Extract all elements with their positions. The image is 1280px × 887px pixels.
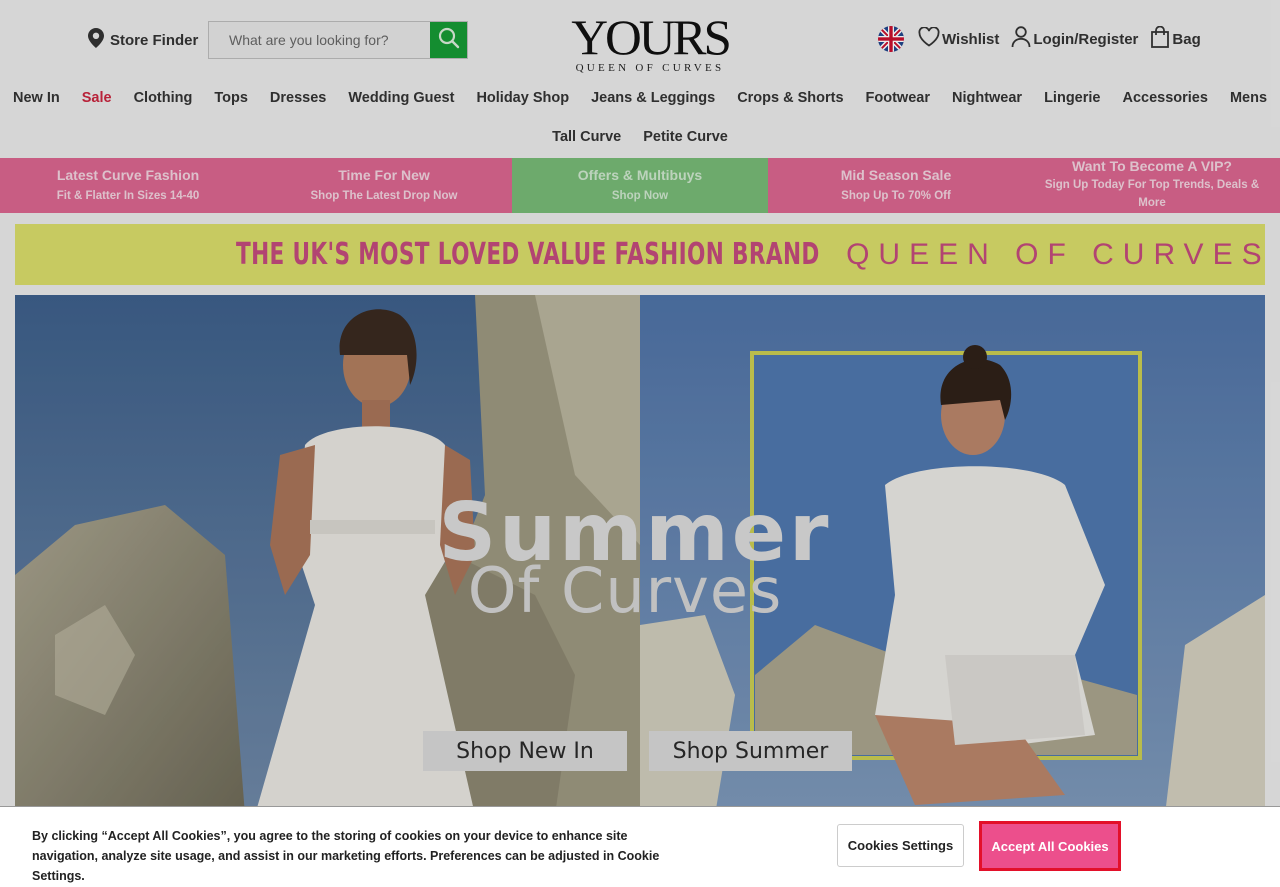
secondary-nav: Tall Curve Petite Curve [0,129,1280,145]
search-bar [208,21,468,59]
nav-item-holiday-shop[interactable]: Holiday Shop [465,90,580,106]
heart-icon [918,26,940,51]
wishlist-link[interactable]: Wishlist [918,26,1000,51]
store-finder-link[interactable]: Store Finder [88,28,198,52]
promo-subtitle: Shop The Latest Drop Now [310,189,458,202]
nav-item-dresses[interactable]: Dresses [259,90,337,106]
promo-title: Mid Season Sale [840,166,952,183]
location-pin-icon [88,28,104,52]
uk-flag-icon[interactable] [878,26,904,52]
bag-link[interactable]: Bag [1150,25,1201,52]
promo-mid-season-sale[interactable]: Mid Season Sale Shop Up To 70% Off [768,158,1024,213]
site-header: Store Finder YOURS QUEEN OF CURVES [0,0,1280,80]
bag-label: Bag [1172,30,1201,48]
promo-title: Time For New [338,166,430,183]
login-register-link[interactable]: Login/Register [1011,26,1138,52]
nav-item-wedding-guest[interactable]: Wedding Guest [337,90,465,106]
nav-item-accessories[interactable]: Accessories [1111,90,1218,106]
promo-strip: Latest Curve Fashion Fit & Flatter In Si… [0,158,1280,213]
brand-banner-headline: THE UK'S MOST LOVED VALUE FASHION BRAND [236,237,821,272]
promo-subtitle: Shop Now [611,189,669,202]
nav-item-tops[interactable]: Tops [203,90,259,106]
login-label: Login/Register [1033,30,1139,48]
nav-item-clothing[interactable]: Clothing [123,90,204,106]
hero-banner[interactable]: Summer Of Curves Shop New In Shop Summer [15,295,1265,815]
nav-item-mens[interactable]: Mens [1219,90,1278,106]
promo-offers-multibuys[interactable]: Offers & Multibuys Shop Now [512,158,768,213]
search-button[interactable] [430,22,467,58]
promo-subtitle: Sign Up Today For Top Trends, Deals & Mo… [1044,178,1260,209]
nav-item-sale[interactable]: Sale [71,90,123,106]
hero-title: Summer Of Curves [415,491,855,622]
nav-item-petite-curve[interactable]: Petite Curve [632,129,739,145]
shop-new-in-button[interactable]: Shop New In [423,731,627,771]
accept-all-cookies-button[interactable]: Accept All Cookies [979,821,1121,871]
shop-summer-button[interactable]: Shop Summer [649,731,852,771]
promo-title: Want To Become A VIP? [1072,157,1232,174]
promo-subtitle: Fit & Flatter In Sizes 14-40 [56,189,200,202]
user-icon [1011,26,1031,52]
nav-item-nightwear[interactable]: Nightwear [941,90,1033,106]
nav-item-footwear[interactable]: Footwear [855,90,941,106]
store-finder-label: Store Finder [110,31,199,49]
site-logo[interactable]: YOURS QUEEN OF CURVES [566,9,734,74]
promo-title: Latest Curve Fashion [56,166,200,183]
search-icon [438,27,460,54]
promo-latest-curve-fashion[interactable]: Latest Curve Fashion Fit & Flatter In Si… [0,158,256,213]
nav-item-lingerie[interactable]: Lingerie [1033,90,1111,106]
search-input[interactable] [209,22,430,58]
promo-subtitle: Shop Up To 70% Off [841,189,951,202]
nav-item-tall-curve[interactable]: Tall Curve [541,129,632,145]
shopping-bag-icon [1150,25,1170,52]
promo-title: Offers & Multibuys [577,166,703,183]
nav-item-new-in[interactable]: New In [2,90,71,106]
wishlist-label: Wishlist [942,30,1000,48]
main-nav: New In Sale Clothing Tops Dresses Weddin… [0,90,1280,106]
promo-become-vip[interactable]: Want To Become A VIP? Sign Up Today For … [1024,158,1280,213]
nav-item-crops-shorts[interactable]: Crops & Shorts [726,90,854,106]
brand-banner-tagline: QUEEN OF CURVES [846,237,1271,271]
cookies-settings-button[interactable]: Cookies Settings [837,824,964,867]
cookie-consent-banner: By clicking “Accept All Cookies”, you ag… [0,806,1280,887]
promo-time-for-new[interactable]: Time For New Shop The Latest Drop Now [256,158,512,213]
nav-item-jeans-leggings[interactable]: Jeans & Leggings [580,90,726,106]
header-tools: Wishlist Login/Register Bag [878,25,1213,52]
cookie-consent-text: By clicking “Accept All Cookies”, you ag… [32,829,660,883]
brand-banner[interactable]: THE UK'S MOST LOVED VALUE FASHION BRAND … [15,224,1265,285]
logo-wordmark: YOURS [571,9,732,65]
